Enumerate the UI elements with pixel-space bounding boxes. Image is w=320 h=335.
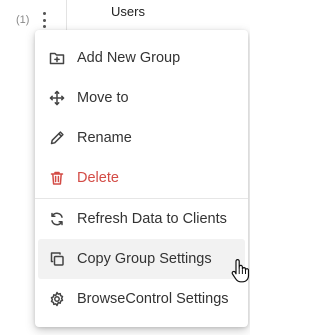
menu-item-label: Copy Group Settings [77, 251, 212, 267]
menu-item-move-to[interactable]: Move to [35, 78, 248, 118]
menu-item-label: BrowseControl Settings [77, 291, 229, 307]
hand-pointer-cursor-icon [231, 259, 250, 283]
trash-icon [49, 170, 65, 186]
context-menu: Add New Group Move to Rename Delete Refr… [35, 30, 248, 327]
menu-item-label: Move to [77, 90, 129, 106]
menu-item-refresh-data[interactable]: Refresh Data to Clients [35, 199, 248, 239]
move-arrows-icon [49, 90, 65, 106]
menu-item-rename[interactable]: Rename [35, 118, 248, 158]
column-divider [66, 0, 67, 30]
refresh-icon [49, 211, 65, 227]
pencil-icon [49, 130, 65, 146]
menu-item-delete[interactable]: Delete [35, 158, 248, 198]
menu-item-label: Rename [77, 130, 132, 146]
gear-icon [49, 291, 65, 307]
menu-item-label: Delete [77, 170, 119, 186]
menu-item-label: Add New Group [77, 50, 181, 66]
screen: (1) Users Add New Group Move to Rename D… [0, 0, 250, 335]
folder-plus-icon [49, 50, 65, 66]
menu-item-browsecontrol-settings[interactable]: BrowseControl Settings [35, 279, 248, 319]
group-count-label: (1) [16, 14, 30, 26]
kebab-menu-icon[interactable] [38, 12, 50, 28]
menu-item-copy-group-settings[interactable]: Copy Group Settings [38, 239, 245, 279]
column-title: Users [111, 4, 145, 19]
copy-icon [49, 251, 65, 267]
menu-item-label: Refresh Data to Clients [77, 211, 227, 227]
menu-item-add-new-group[interactable]: Add New Group [35, 38, 248, 78]
